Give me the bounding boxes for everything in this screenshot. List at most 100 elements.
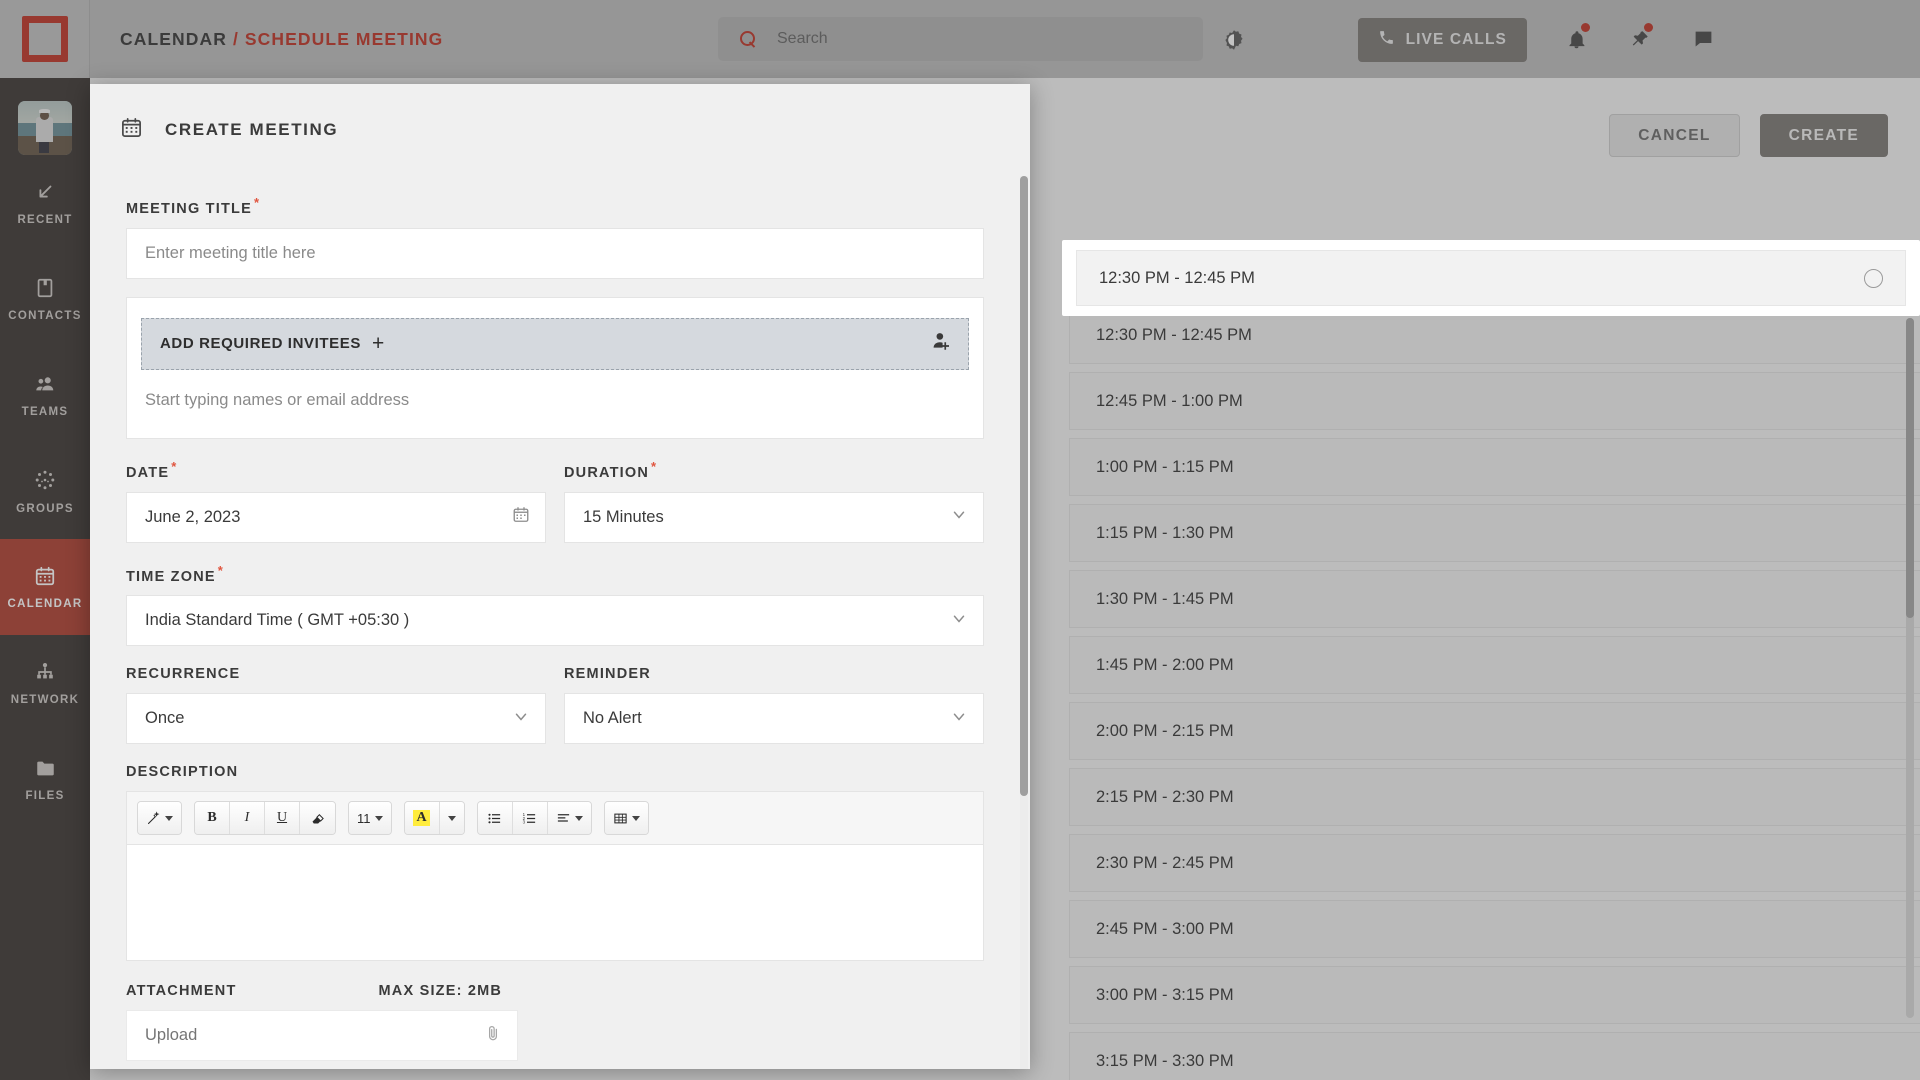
date-field: DATE * [126, 459, 546, 543]
reminder-select-wrap[interactable] [564, 693, 984, 745]
search-input[interactable] [777, 30, 1203, 48]
time-slot[interactable]: 1:30 PM - 1:45 PM [1069, 570, 1920, 628]
time-slot[interactable]: 12:45 PM - 1:00 PM [1069, 372, 1920, 430]
pin-badge [1644, 23, 1653, 32]
time-slot-label: 3:00 PM - 3:15 PM [1096, 985, 1234, 1004]
pin-icon[interactable] [1622, 22, 1656, 56]
recurrence-reminder-row: RECURRENCE REMINDER [90, 646, 1020, 745]
description-editor-area[interactable] [127, 845, 983, 961]
chat-icon[interactable] [1686, 22, 1720, 56]
scrollbar-thumb[interactable] [1020, 176, 1028, 796]
time-slot[interactable]: 1:15 PM - 1:30 PM [1069, 504, 1920, 562]
timezone-select-wrap[interactable] [126, 595, 984, 647]
sidebar-item-groups[interactable]: GROUPS [0, 443, 90, 539]
add-person-icon[interactable] [931, 331, 952, 356]
add-required-invitees-button[interactable]: ADD REQUIRED INVITEES + [141, 317, 969, 370]
modal-scrollbar[interactable] [1020, 176, 1028, 1069]
timezone-label: TIME ZONE * [126, 563, 984, 585]
reminder-label: REMINDER [564, 666, 651, 683]
bell-icon[interactable] [1559, 22, 1593, 56]
available-time-slot-list[interactable]: 12:30 PM - 12:45 PM 12:45 PM - 1:00 PM 1:0… [1069, 306, 1920, 1080]
modal-scroll-area: MEETING TITLE* ADD REQUIRED INVITEES + [90, 176, 1020, 1069]
underline-button[interactable]: U [265, 802, 300, 835]
recurrence-field: RECURRENCE [126, 666, 546, 745]
date-input[interactable] [126, 491, 546, 543]
attachment-upload-wrap[interactable] [126, 1010, 518, 1062]
duration-field: DURATION * [564, 459, 984, 543]
font-size-group: 11 [348, 801, 392, 836]
top-bar: CALENDAR / SCHEDULE MEETING LIVE CALLS [0, 0, 1920, 78]
brightness-icon[interactable] [1222, 28, 1246, 52]
scrollbar-thumb[interactable] [1906, 318, 1914, 618]
italic-button[interactable]: I [230, 802, 265, 835]
date-label: DATE * [126, 459, 546, 481]
slot-list-scrollbar[interactable] [1906, 318, 1914, 1018]
magic-wand-icon[interactable] [138, 802, 181, 835]
recurrence-select[interactable] [126, 693, 546, 745]
duration-label-text: DURATION [564, 464, 650, 481]
bullet-list-icon[interactable] [477, 802, 513, 835]
sidebar-item-files[interactable]: FILES [0, 731, 90, 827]
attachment-label: ATTACHMENT [126, 983, 237, 1000]
sidebar-item-calendar[interactable]: CALENDAR [0, 539, 90, 635]
sidebar-item-label: GROUPS [16, 502, 74, 515]
highlighted-time-slot[interactable]: 12:30 PM - 12:45 PM [1062, 240, 1920, 316]
paperclip-icon[interactable] [484, 1024, 502, 1047]
reminder-select[interactable] [564, 693, 984, 745]
time-slot[interactable]: 2:30 PM - 2:45 PM [1069, 834, 1920, 892]
modal-body: MEETING TITLE* ADD REQUIRED INVITEES + [90, 176, 1030, 1069]
sidebar-item-contacts[interactable]: CONTACTS [0, 251, 90, 347]
live-calls-label: LIVE CALLS [1405, 31, 1507, 48]
description-label: DESCRIPTION [126, 764, 239, 781]
time-slot[interactable]: 2:15 PM - 2:30 PM [1069, 768, 1920, 826]
avatar-body [36, 117, 53, 143]
bold-button[interactable]: B [195, 802, 230, 835]
required-asterisk: * [217, 562, 225, 578]
chevron-down-icon [574, 815, 583, 821]
time-slot[interactable]: 1:00 PM - 1:15 PM [1069, 438, 1920, 496]
font-size-button[interactable]: 11 [349, 802, 391, 835]
font-size-value: 11 [357, 810, 371, 826]
search-bar[interactable] [718, 17, 1203, 61]
time-slot-label: 1:15 PM - 1:30 PM [1096, 523, 1234, 542]
style-group [137, 801, 182, 836]
live-calls-button[interactable]: LIVE CALLS [1357, 18, 1527, 62]
format-group: B I U [194, 801, 336, 836]
highlighted-time-slot-radio[interactable] [1864, 268, 1883, 288]
time-slot[interactable]: 3:00 PM - 3:15 PM [1069, 966, 1920, 1024]
sidebar-item-network[interactable]: NETWORK [0, 635, 90, 731]
duration-select[interactable] [564, 491, 984, 543]
time-slot[interactable]: 2:45 PM - 3:00 PM [1069, 900, 1920, 958]
sidebar-item-label: NETWORK [10, 693, 80, 706]
time-slot[interactable]: 1:45 PM - 2:00 PM [1069, 636, 1920, 694]
sidebar-nav-list: RECENT CONTACTS TEAMS GROUPS CALENDAR NETWORK… [0, 155, 90, 827]
attachment-upload-input[interactable] [126, 1010, 518, 1062]
rich-text-editor: B I U 11 A 1 2 3 [126, 791, 984, 962]
avatar[interactable] [18, 101, 72, 155]
highlighted-time-slot-inner[interactable]: 12:30 PM - 12:45 PM [1076, 250, 1906, 306]
invitee-search-input[interactable] [141, 369, 969, 428]
timezone-select[interactable] [126, 595, 984, 647]
dotted-circle-icon [33, 468, 57, 492]
breadcrumb-crumb-1[interactable]: CALENDAR [120, 29, 227, 49]
create-button[interactable]: CREATE [1759, 114, 1888, 157]
time-slot[interactable]: 2:00 PM - 2:15 PM [1069, 702, 1920, 760]
chevron-down-icon [165, 815, 173, 821]
cancel-button[interactable]: CANCEL [1609, 114, 1740, 157]
font-color-button[interactable]: A [404, 802, 440, 835]
sidebar-item-teams[interactable]: TEAMS [0, 347, 90, 443]
recurrence-select-wrap[interactable] [126, 693, 546, 745]
font-color-dropdown[interactable] [439, 802, 464, 835]
time-slot[interactable]: 3:15 PM - 3:30 PM [1069, 1032, 1920, 1080]
align-left-icon[interactable] [547, 802, 591, 835]
timezone-label-text: TIME ZONE [126, 568, 216, 585]
sidebar-item-recent[interactable]: RECENT [0, 155, 90, 251]
logo-cell[interactable] [0, 0, 90, 78]
eraser-icon[interactable] [300, 802, 335, 835]
time-slot-label: 12:45 PM - 1:00 PM [1096, 391, 1243, 410]
date-input-wrap[interactable] [126, 491, 546, 543]
meeting-title-input[interactable] [126, 227, 984, 279]
duration-select-wrap[interactable] [564, 491, 984, 543]
table-icon[interactable] [604, 802, 648, 835]
numbered-list-icon[interactable]: 123 [512, 802, 548, 835]
